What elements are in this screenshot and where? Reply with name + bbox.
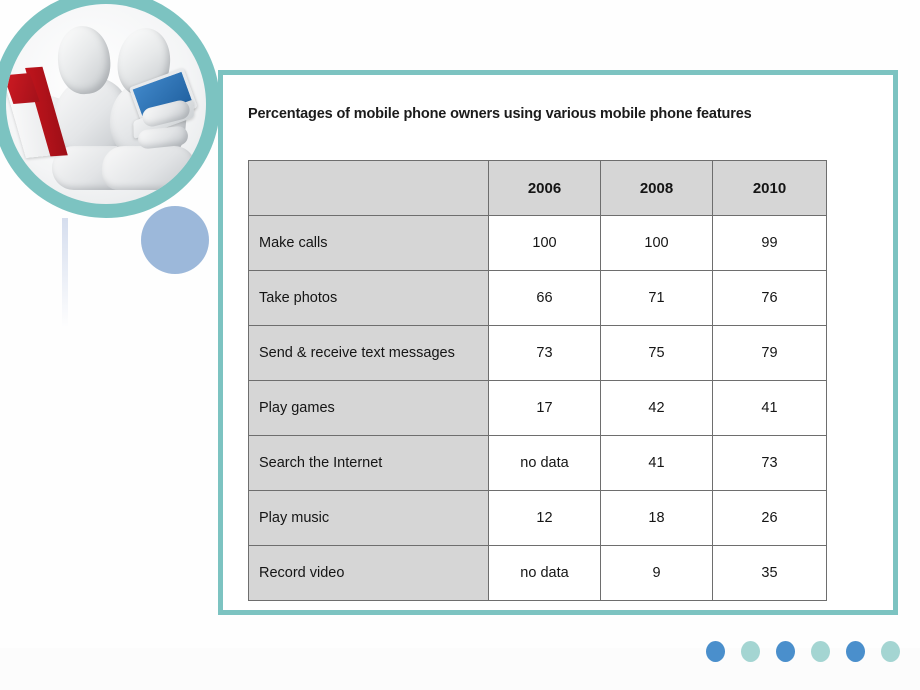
cell-value: 73 — [488, 325, 601, 381]
cell-value: no data — [488, 545, 601, 601]
table-body: Make calls 100 100 99 Take photos 66 71 … — [248, 215, 827, 601]
cell-value: 17 — [488, 380, 601, 436]
table-row: Make calls 100 100 99 — [248, 215, 827, 271]
cell-value: 66 — [488, 270, 601, 326]
decorative-dot — [811, 641, 830, 662]
row-label: Make calls — [248, 215, 489, 271]
column-header-2006: 2006 — [488, 160, 601, 216]
decorative-dot — [706, 641, 725, 662]
row-label: Send & receive text messages — [248, 325, 489, 381]
cell-value: 9 — [600, 545, 713, 601]
row-label: Play games — [248, 380, 489, 436]
decorative-dot — [881, 641, 900, 662]
feature-usage-table: 2006 2008 2010 Make calls 100 100 99 Tak… — [248, 160, 827, 601]
illustration-inner — [6, 4, 206, 204]
cell-value: 73 — [712, 435, 827, 491]
figure-right-legs — [102, 146, 196, 190]
table-row: Send & receive text messages 73 75 79 — [248, 325, 827, 381]
cell-value: 41 — [712, 380, 827, 436]
cell-value: 99 — [712, 215, 827, 271]
cell-value: 35 — [712, 545, 827, 601]
table-header-row: 2006 2008 2010 — [248, 160, 827, 216]
data-table-container: 2006 2008 2010 Make calls 100 100 99 Tak… — [248, 160, 827, 601]
table-row: Search the Internet no data 41 73 — [248, 435, 827, 491]
table-row: Record video no data 9 35 — [248, 545, 827, 601]
row-label: Record video — [248, 545, 489, 601]
cell-value: 100 — [488, 215, 601, 271]
column-header-2008: 2008 — [600, 160, 713, 216]
decorative-dot — [776, 641, 795, 662]
cell-value: 41 — [600, 435, 713, 491]
cell-value: 42 — [600, 380, 713, 436]
cell-value: 76 — [712, 270, 827, 326]
illustration-circle — [0, 0, 220, 218]
table-row: Play games 17 42 41 — [248, 380, 827, 436]
slide-canvas: Percentages of mobile phone owners using… — [0, 0, 920, 690]
column-header-2010: 2010 — [712, 160, 827, 216]
table-row: Take photos 66 71 76 — [248, 270, 827, 326]
cell-value: 18 — [600, 490, 713, 546]
decorative-dot — [846, 641, 865, 662]
decorative-blue-circle — [141, 206, 209, 274]
cell-value: 79 — [712, 325, 827, 381]
cell-value: 100 — [600, 215, 713, 271]
row-label: Play music — [248, 490, 489, 546]
decorative-dot — [741, 641, 760, 662]
table-title: Percentages of mobile phone owners using… — [248, 106, 752, 122]
cell-value: 12 — [488, 490, 601, 546]
row-label: Search the Internet — [248, 435, 489, 491]
decorative-soft-line — [62, 218, 68, 328]
table-header: 2006 2008 2010 — [248, 160, 827, 216]
table-row: Play music 12 18 26 — [248, 490, 827, 546]
cell-value: no data — [488, 435, 601, 491]
cell-value: 26 — [712, 490, 827, 546]
cell-value: 71 — [600, 270, 713, 326]
column-header-feature — [248, 160, 489, 216]
row-label: Take photos — [248, 270, 489, 326]
cell-value: 75 — [600, 325, 713, 381]
decorative-dot-row — [706, 641, 900, 662]
